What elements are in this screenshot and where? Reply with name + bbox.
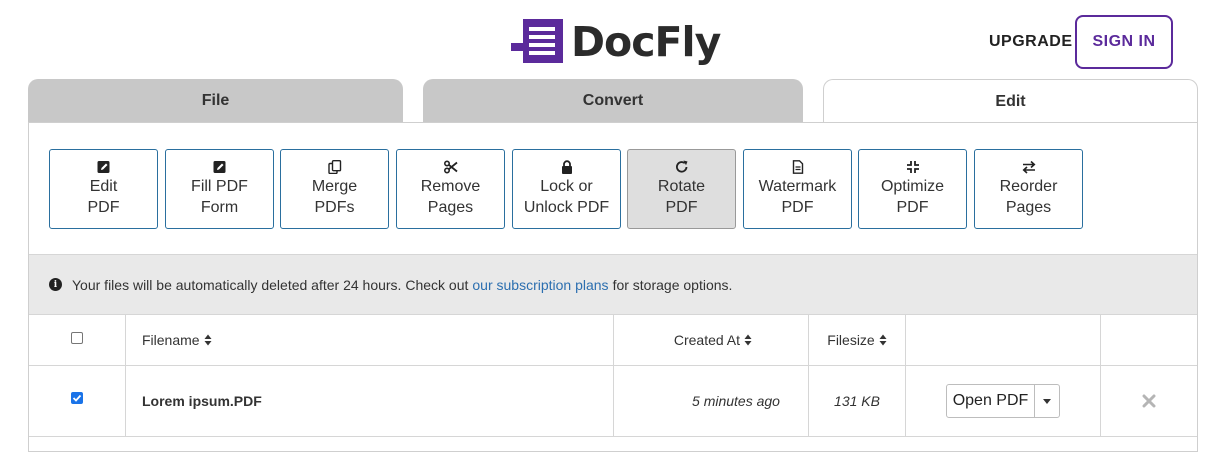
fill-pdf-form-button[interactable]: Fill PDF Form <box>165 149 274 229</box>
sign-in-button[interactable]: SIGN IN <box>1075 15 1173 69</box>
tool-label: Lock or Unlock PDF <box>523 178 610 216</box>
optimize-pdf-button[interactable]: Optimize PDF <box>858 149 967 229</box>
tool-label: Rotate PDF <box>657 178 706 216</box>
delete-header <box>1101 315 1197 365</box>
tool-label: Optimize PDF <box>880 178 945 216</box>
table-row: Lorem ipsum.PDF 5 minutes ago 131 KB Ope… <box>29 366 1197 437</box>
reorder-pages-button[interactable]: Reorder Pages <box>974 149 1083 229</box>
tab-file[interactable]: File <box>28 79 403 123</box>
actions-cell: Open PDF <box>906 366 1101 436</box>
filesize-header[interactable]: Filesize <box>809 315 906 365</box>
info-icon: i <box>49 278 62 291</box>
filesize-cell: 131 KB <box>809 366 906 436</box>
tab-convert[interactable]: Convert <box>423 79 803 123</box>
lock-unlock-pdf-button[interactable]: Lock or Unlock PDF <box>512 149 621 229</box>
row-checkbox[interactable] <box>71 392 83 404</box>
copy-icon <box>327 160 341 174</box>
open-pdf-split-button: Open PDF <box>945 384 1061 418</box>
header: DocFly UPGRADE SIGN IN <box>0 0 1226 80</box>
docfly-logo-icon <box>511 19 563 63</box>
tab-edit[interactable]: Edit <box>823 79 1198 124</box>
edit-icon <box>97 161 109 173</box>
document-icon <box>792 160 803 174</box>
remove-pages-button[interactable]: Remove Pages <box>396 149 505 229</box>
delete-cell <box>1101 366 1197 436</box>
compress-icon <box>906 161 919 173</box>
checkmark-icon <box>72 394 82 402</box>
sort-icon <box>744 334 752 346</box>
filename-text[interactable]: Lorem ipsum.PDF <box>142 393 262 409</box>
select-all-checkbox[interactable] <box>71 332 83 344</box>
upgrade-link[interactable]: UPGRADE <box>989 33 1073 51</box>
notice-text-before: Your files will be automatically deleted… <box>72 276 469 293</box>
row-select-cell <box>29 366 126 436</box>
logo[interactable]: DocFly <box>511 18 721 66</box>
edit-pdf-button[interactable]: Edit PDF <box>49 149 158 229</box>
retention-notice: i Your files will be automatically delet… <box>29 254 1197 315</box>
brand-name: DocFly <box>571 18 721 66</box>
edit-panel: Edit PDF Fill PDF Form Merge PDFs Remove… <box>28 122 1198 452</box>
watermark-pdf-button[interactable]: Watermark PDF <box>743 149 852 229</box>
created-at-header[interactable]: Created At <box>614 315 809 365</box>
caret-down-icon <box>1043 398 1052 404</box>
table-header-row: Filename Created At Filesize <box>29 315 1197 366</box>
filesize-text: 131 KB <box>834 393 880 409</box>
created-at-text: 5 minutes ago <box>692 393 780 409</box>
open-pdf-button[interactable]: Open PDF <box>947 385 1036 417</box>
filesize-header-label: Filesize <box>827 332 875 348</box>
delete-button[interactable] <box>1142 394 1156 408</box>
scissors-icon <box>443 160 458 174</box>
subscription-plans-link[interactable]: our subscription plans <box>472 277 608 293</box>
swap-icon <box>1022 160 1035 174</box>
tool-label: Merge PDFs <box>311 178 358 216</box>
tool-label: Watermark PDF <box>758 178 837 216</box>
edit-icon <box>213 161 225 173</box>
open-pdf-dropdown-toggle[interactable] <box>1035 385 1059 417</box>
actions-header <box>906 315 1101 365</box>
select-all-cell <box>29 315 126 365</box>
lock-icon <box>561 160 572 174</box>
rotate-pdf-button[interactable]: Rotate PDF <box>627 149 736 229</box>
sort-icon <box>879 334 887 346</box>
close-icon <box>1142 394 1156 408</box>
tool-label: Reorder Pages <box>999 178 1058 216</box>
filename-header[interactable]: Filename <box>126 315 614 365</box>
notice-text-after: for storage options. <box>612 276 733 293</box>
tab-bar: File Convert Edit <box>28 79 1198 124</box>
created-at-header-label: Created At <box>673 332 740 348</box>
filename-cell: Lorem ipsum.PDF <box>126 366 614 436</box>
tool-label: Fill PDF Form <box>191 178 248 216</box>
sort-icon <box>204 334 212 346</box>
tool-label: Remove Pages <box>420 178 481 216</box>
rotate-icon <box>675 160 687 173</box>
tool-label: Edit PDF <box>87 178 120 216</box>
filename-header-label: Filename <box>142 332 200 348</box>
merge-pdfs-button[interactable]: Merge PDFs <box>280 149 389 229</box>
created-at-cell: 5 minutes ago <box>614 366 809 436</box>
